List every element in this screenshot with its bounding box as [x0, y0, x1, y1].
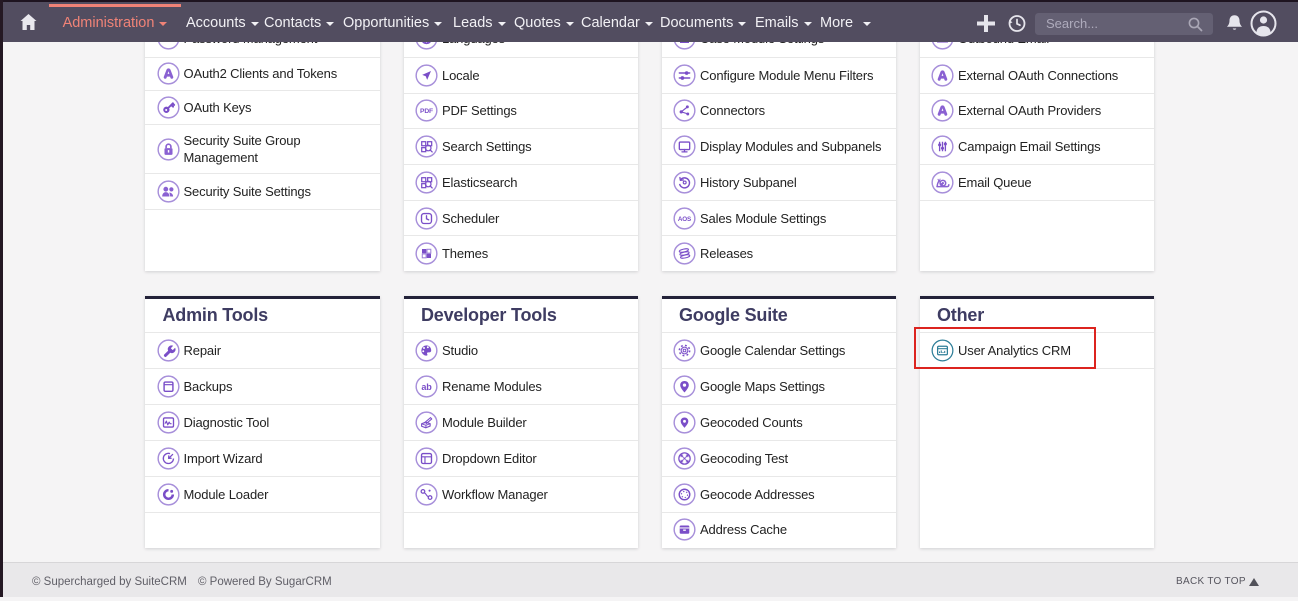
svg-text:PDF: PDF: [420, 108, 433, 115]
svg-text:ab: ab: [421, 381, 432, 391]
svg-text:AOS: AOS: [678, 216, 691, 223]
